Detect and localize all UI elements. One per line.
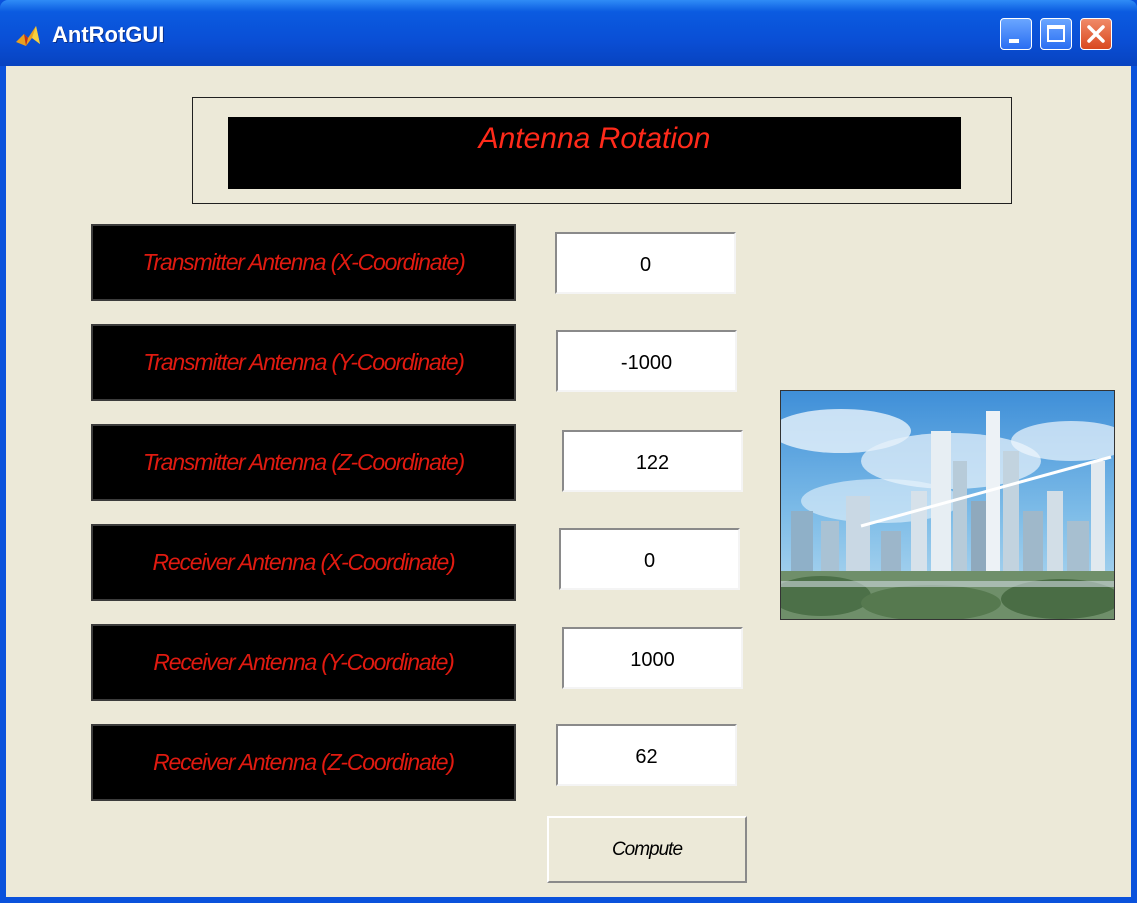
tx-z-field[interactable]	[562, 430, 743, 492]
window-title: AntRotGUI	[52, 22, 165, 47]
close-button[interactable]	[1080, 18, 1112, 50]
minimize-icon	[1009, 39, 1019, 43]
rx-z-field[interactable]	[556, 724, 737, 786]
tx-x-field[interactable]	[555, 232, 736, 294]
city-skyline-image	[780, 390, 1115, 620]
tx-y-field[interactable]	[556, 330, 737, 392]
title-bar[interactable]: AntRotGUI	[0, 0, 1137, 66]
label-tx-z: Transmitter Antenna (Z-Coordinate)	[91, 424, 516, 501]
label-rx-z: Receiver Antenna (Z-Coordinate)	[91, 724, 516, 801]
label-rx-y: Receiver Antenna (Y-Coordinate)	[91, 624, 516, 701]
compute-button[interactable]: Compute	[547, 816, 747, 883]
close-icon	[1087, 25, 1105, 43]
label-tx-x: Transmitter Antenna (X-Coordinate)	[91, 224, 516, 301]
label-tx-y: Transmitter Antenna (Y-Coordinate)	[91, 324, 516, 401]
rx-x-field[interactable]	[559, 528, 740, 590]
rx-y-field[interactable]	[562, 627, 743, 689]
matlab-icon	[14, 24, 42, 48]
app-window: AntRotGUI Antenna Rotation Transmitter A…	[0, 0, 1137, 903]
maximize-icon	[1047, 25, 1065, 42]
minimize-button[interactable]	[1000, 18, 1032, 50]
label-rx-x: Receiver Antenna (X-Coordinate)	[91, 524, 516, 601]
page-title: Antenna Rotation	[228, 117, 961, 189]
maximize-button[interactable]	[1040, 18, 1072, 50]
figure-panel: Antenna Rotation Transmitter Antenna (X-…	[6, 66, 1131, 897]
